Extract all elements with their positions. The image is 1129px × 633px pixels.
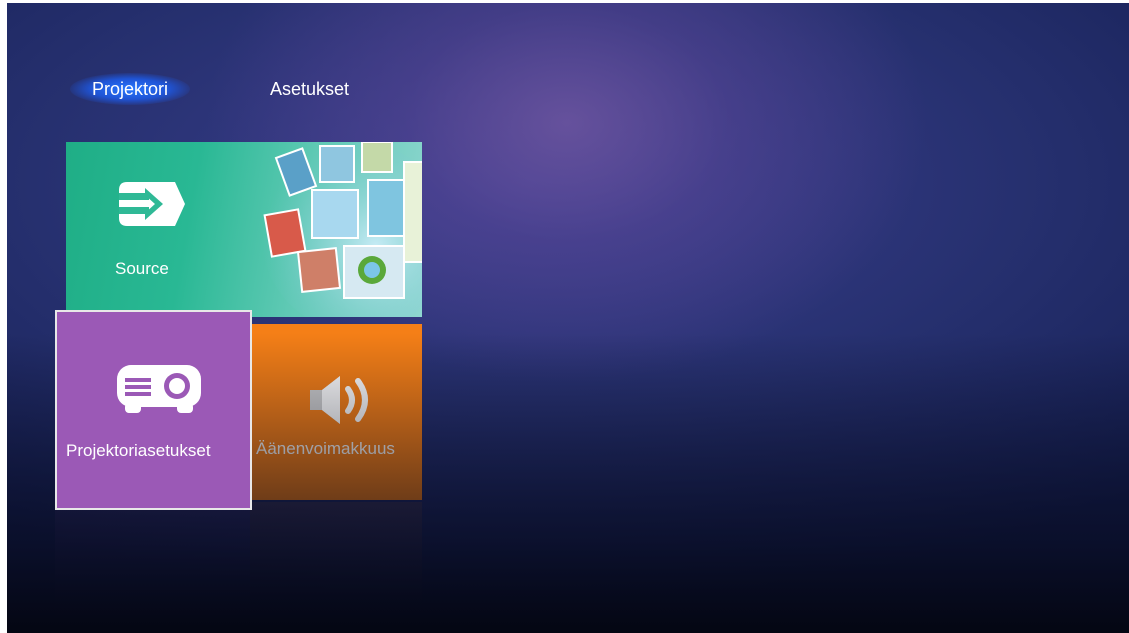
tab-projektori[interactable]: Projektori bbox=[70, 73, 191, 105]
media-collage-image bbox=[262, 142, 422, 317]
speaker-icon bbox=[310, 376, 368, 424]
volume-tile[interactable]: Äänenvoimakkuus bbox=[250, 324, 422, 500]
tab-asetukset[interactable]: Asetukset bbox=[248, 73, 371, 105]
volume-label: Äänenvoimakkuus bbox=[256, 439, 395, 458]
projector-icon bbox=[117, 365, 201, 413]
projector-settings-label: Projektoriasetukset bbox=[66, 441, 211, 460]
source-label: Source bbox=[115, 259, 169, 278]
home-screen: Projektori Asetukset Source Projektorias… bbox=[7, 3, 1129, 633]
volume-tile-reflection bbox=[250, 502, 422, 612]
projector-tile-reflection bbox=[55, 508, 250, 618]
source-tile[interactable]: Source bbox=[66, 142, 422, 317]
projector-settings-tile[interactable]: Projektoriasetukset bbox=[55, 310, 252, 510]
source-input-icon bbox=[119, 182, 185, 226]
